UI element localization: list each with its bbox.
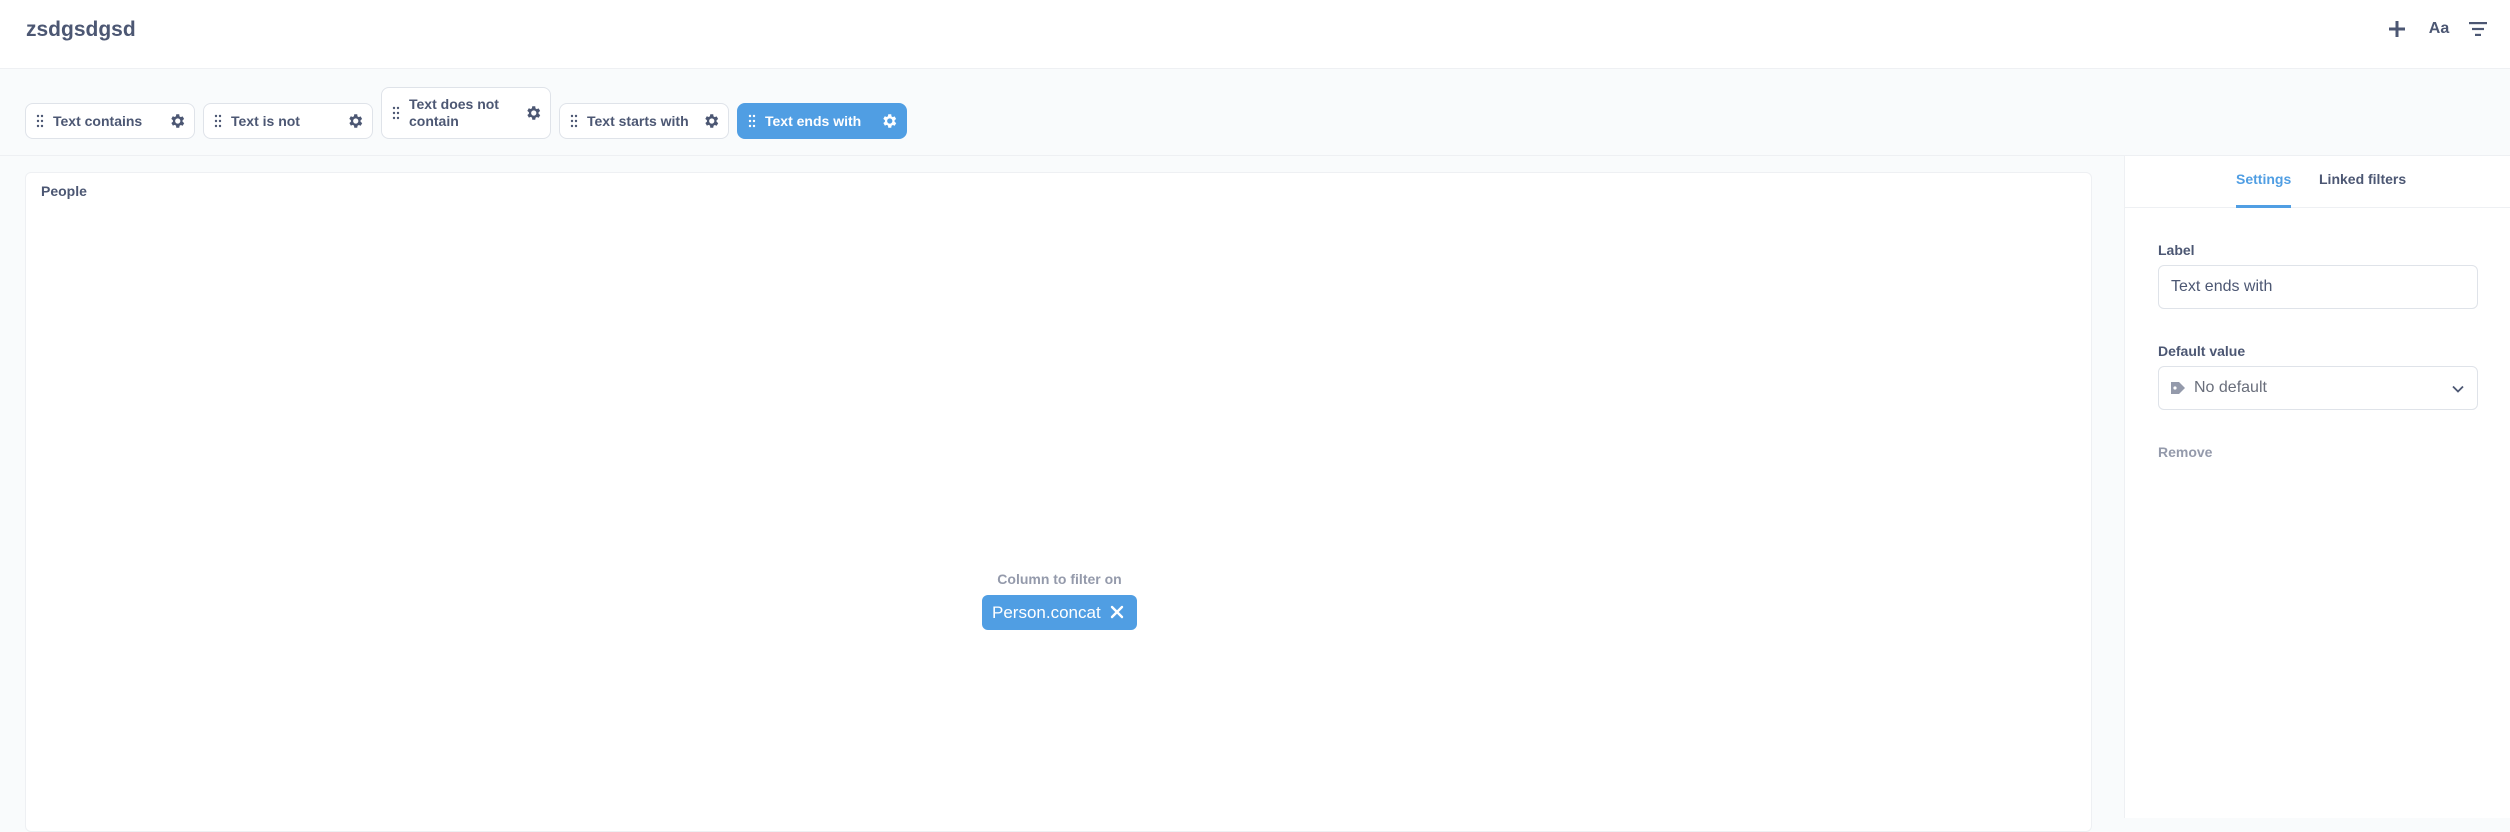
default-value-select[interactable]: No default [2158,366,2478,410]
tag-icon [2171,382,2185,394]
close-icon[interactable] [1109,604,1125,620]
sidebar-tabs: Settings Linked filters [2125,156,2510,208]
column-mapping-value: Person.concat [992,602,1101,622]
filter-chip-text-contains[interactable]: Text contains [25,103,195,139]
gear-icon[interactable] [346,112,364,130]
dashboard-header: zsdgsdgsd Aa [0,0,2510,69]
filter-chip-text-starts-with[interactable]: Text starts with [559,103,729,139]
tab-settings[interactable]: Settings [2236,171,2292,208]
filter-chip-label: Text contains [53,112,143,129]
filter-chip-label: Text does not contain [409,96,499,129]
remove-filter-button[interactable]: Remove [2158,444,2212,460]
filter-icon [2469,22,2487,36]
filter-chip-label: Text starts with [587,112,689,129]
dashboard-title[interactable]: zsdgsdgsd [26,18,136,42]
column-mapping-pill[interactable]: Person.concat [982,595,1137,630]
add-question-button[interactable] [2384,16,2410,42]
filter-settings-sidebar: Settings Linked filters Label Default va… [2124,156,2510,818]
filter-chip-text-does-not-contain[interactable]: Text does not contain [381,87,551,139]
gear-icon[interactable] [880,112,898,130]
label-input[interactable] [2158,265,2478,309]
default-value-label: Default value [2158,343,2246,359]
filter-chip-text-ends-with[interactable]: Text ends with [737,103,907,139]
tab-linked-filters[interactable]: Linked filters [2319,171,2406,208]
filter-chip-label: Text ends with [765,112,862,129]
people-card: People Column to filter on Person.concat [25,172,2092,832]
filter-bar: Text contains Text is not Text does not … [0,69,2510,156]
column-to-filter-label: Column to filter on [997,571,1122,587]
plus-icon [2389,21,2405,37]
drag-handle-icon[interactable] [214,114,222,128]
filter-chip-label: Text is not [231,112,300,129]
add-text-box-button[interactable]: Aa [2424,16,2454,42]
chevron-down-icon [2452,385,2464,393]
gear-icon[interactable] [524,104,542,122]
gear-icon[interactable] [702,112,720,130]
drag-handle-icon[interactable] [570,114,578,128]
drag-handle-icon[interactable] [36,114,44,128]
card-title: People [41,183,87,199]
gear-icon[interactable] [168,112,186,130]
add-filter-button[interactable] [2464,16,2492,42]
filter-chip-text-is-not[interactable]: Text is not [203,103,373,139]
drag-handle-icon[interactable] [392,106,400,120]
default-value-text: No default [2194,379,2267,396]
drag-handle-icon[interactable] [748,114,756,128]
label-field-label: Label [2158,242,2195,258]
